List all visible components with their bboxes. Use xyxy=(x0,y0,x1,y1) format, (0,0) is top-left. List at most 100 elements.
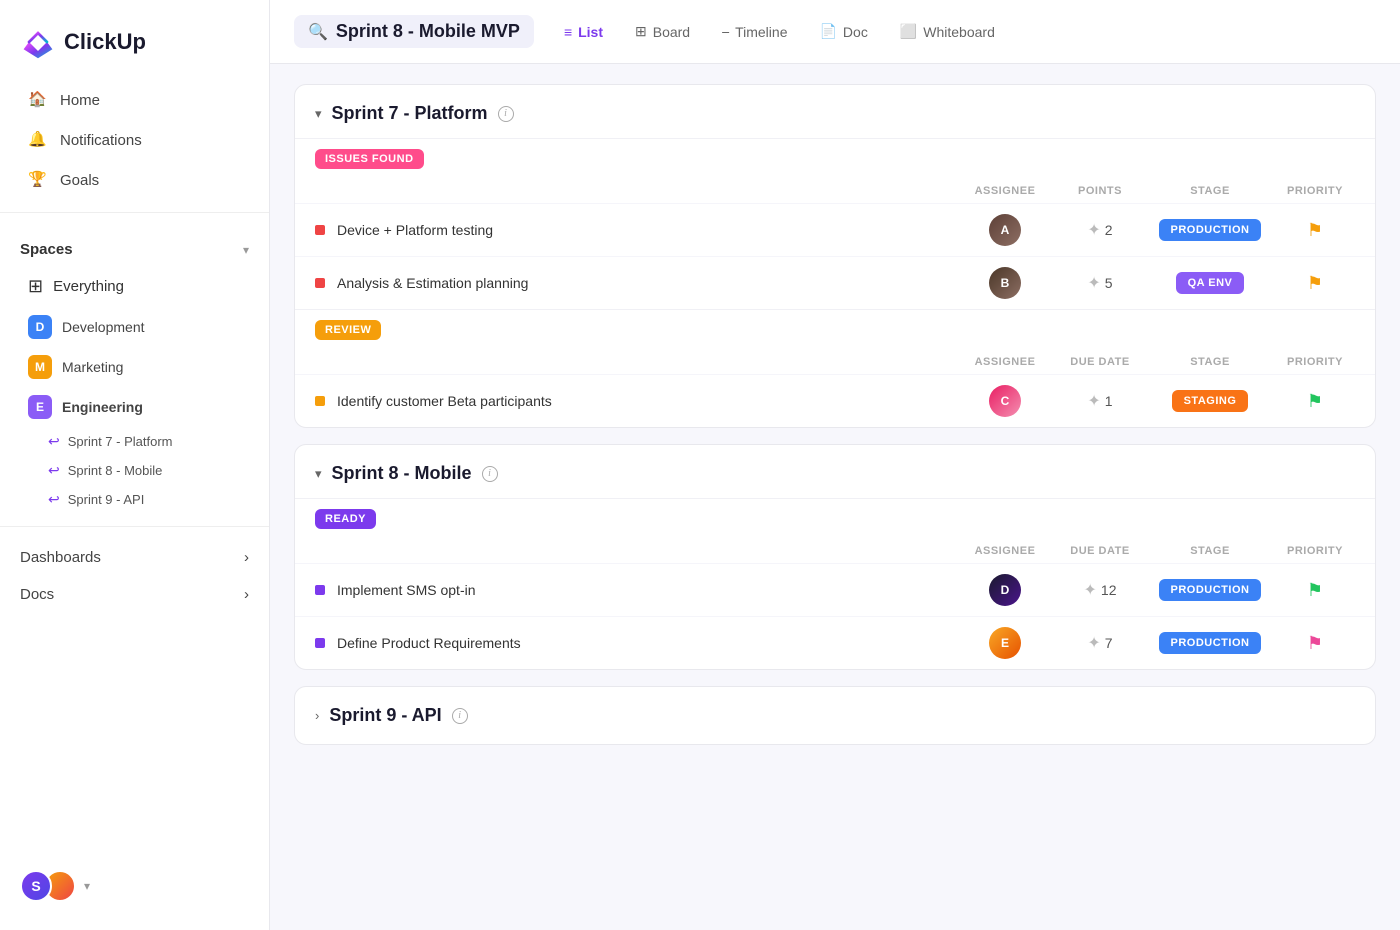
points2-icon: ✦ xyxy=(1087,273,1100,293)
task3-stage-badge: STAGING xyxy=(1172,390,1249,412)
sprint9-info-icon[interactable]: i xyxy=(452,708,468,724)
points3-icon: ✦ xyxy=(1087,391,1100,411)
project-title-area[interactable]: 🔍 Sprint 8 - Mobile MVP xyxy=(294,15,534,48)
sidebar-footer: S ▾ xyxy=(0,858,269,914)
user-menu-chevron-icon[interactable]: ▾ xyxy=(84,879,90,893)
priority-col-label2: PRIORITY xyxy=(1275,356,1355,368)
task2-assignee: B xyxy=(955,267,1055,299)
sidebar: ClickUp 🏠 Home 🔔 Notifications 🏆 Goals S… xyxy=(0,0,270,930)
sprint9-collapse-btn[interactable]: › xyxy=(315,708,319,723)
tab-timeline[interactable]: ⎯ Timeline xyxy=(708,15,801,48)
task5-name: Define Product Requirements xyxy=(337,635,955,651)
sprint8-ready-col-headers: ASSIGNEE DUE DATE STAGE PRIORITY xyxy=(295,539,1375,563)
task5-stage-badge: PRODUCTION xyxy=(1159,632,1262,654)
task3-points-value: 1 xyxy=(1105,393,1113,409)
spaces-header[interactable]: Spaces ▾ xyxy=(20,241,249,258)
task-row-4[interactable]: Implement SMS opt-in D ✦ 12 PRODUCTION ⚑ xyxy=(295,563,1375,616)
logo-area: ClickUp xyxy=(0,16,269,80)
task2-dot xyxy=(315,278,325,288)
sprint-card-7: ▾ Sprint 7 - Platform i ISSUES FOUND ASS… xyxy=(294,84,1376,428)
task4-priority-flag: ⚑ xyxy=(1307,580,1323,601)
space-development[interactable]: D Development xyxy=(8,307,261,347)
docs-nav[interactable]: Docs › xyxy=(0,576,269,613)
sprint7-issues-group: ISSUES FOUND ASSIGNEE POINTS STAGE PRIOR… xyxy=(295,138,1375,309)
task1-points-value: 2 xyxy=(1105,222,1113,238)
task1-assignee: A xyxy=(955,214,1055,246)
board-icon: ⊞ xyxy=(635,23,647,40)
dashboards-nav[interactable]: Dashboards › xyxy=(0,539,269,576)
sprint7-review-col-headers: ASSIGNEE DUE DATE STAGE PRIORITY xyxy=(295,350,1375,374)
sidebar-sprint8[interactable]: ↩ Sprint 8 - Mobile xyxy=(0,456,269,485)
space-engineering[interactable]: E Engineering xyxy=(8,387,261,427)
sprint7-issues-header: ISSUES FOUND xyxy=(295,139,1375,179)
nav-home[interactable]: 🏠 Home xyxy=(8,80,261,120)
sprint8-ready-header: READY xyxy=(295,499,1375,539)
sidebar-sprint9[interactable]: ↩ Sprint 9 - API xyxy=(0,485,269,514)
task4-priority: ⚑ xyxy=(1275,580,1355,601)
task5-stage: PRODUCTION xyxy=(1145,632,1275,654)
points5-icon: ✦ xyxy=(1087,633,1100,653)
task5-points: ✦ 7 xyxy=(1055,633,1145,653)
task-row-1[interactable]: Device + Platform testing A ✦ 2 PRODUCTI… xyxy=(295,203,1375,256)
sprint7-collapse-btn[interactable]: ▾ xyxy=(315,106,322,122)
task1-priority-flag: ⚑ xyxy=(1307,220,1323,241)
sprint7-info-icon[interactable]: i xyxy=(498,106,514,122)
sidebar-divider-2 xyxy=(0,526,269,527)
sprint8-info-icon[interactable]: i xyxy=(482,466,498,482)
task-row-2[interactable]: Analysis & Estimation planning B ✦ 5 QA … xyxy=(295,256,1375,309)
tab-whiteboard[interactable]: ⬜ Whiteboard xyxy=(886,15,1009,48)
space-marketing[interactable]: M Marketing xyxy=(8,347,261,387)
task2-stage: QA ENV xyxy=(1145,272,1275,294)
sprint9-icon: ↩ xyxy=(48,491,60,508)
task5-dot xyxy=(315,638,325,648)
user-avatars: S xyxy=(20,870,76,902)
task2-points-value: 5 xyxy=(1105,275,1113,291)
app-name: ClickUp xyxy=(64,29,146,55)
task4-assignee: D xyxy=(955,574,1055,606)
sprint8-header: ▾ Sprint 8 - Mobile i xyxy=(295,445,1375,498)
sidebar-divider-1 xyxy=(0,212,269,213)
stage-col-label2: STAGE xyxy=(1145,356,1275,368)
priority-col-label3: PRIORITY xyxy=(1275,545,1355,557)
development-label: Development xyxy=(62,319,145,335)
whiteboard-icon: ⬜ xyxy=(900,23,917,40)
task3-priority-flag: ⚑ xyxy=(1307,391,1323,412)
tab-doc[interactable]: 📄 Doc xyxy=(805,15,881,48)
task2-priority-flag: ⚑ xyxy=(1307,273,1323,294)
task2-priority: ⚑ xyxy=(1275,273,1355,294)
nav-goals[interactable]: 🏆 Goals xyxy=(8,160,261,200)
tab-board[interactable]: ⊞ Board xyxy=(621,15,704,48)
task1-stage-badge: PRODUCTION xyxy=(1159,219,1262,241)
task3-name: Identify customer Beta participants xyxy=(337,393,955,409)
task2-avatar: B xyxy=(989,267,1021,299)
ready-badge: READY xyxy=(315,509,376,529)
sprint-card-8: ▾ Sprint 8 - Mobile i READY ASSIGNEE DUE… xyxy=(294,444,1376,670)
review-badge: REVIEW xyxy=(315,320,381,340)
task3-avatar: C xyxy=(989,385,1021,417)
task4-points-value: 12 xyxy=(1101,582,1117,598)
task-row-5[interactable]: Define Product Requirements E ✦ 7 PRODUC… xyxy=(295,616,1375,669)
task4-stage: PRODUCTION xyxy=(1145,579,1275,601)
trophy-icon: 🏆 xyxy=(28,170,48,190)
engineering-letter: E xyxy=(36,400,44,414)
nav-everything[interactable]: ⊞ Everything xyxy=(8,266,261,307)
task2-points: ✦ 5 xyxy=(1055,273,1145,293)
duedate-col-label2: DUE DATE xyxy=(1055,545,1145,557)
sidebar-sprint7[interactable]: ↩ Sprint 7 - Platform xyxy=(0,427,269,456)
task4-stage-badge: PRODUCTION xyxy=(1159,579,1262,601)
points-col-label: POINTS xyxy=(1055,185,1145,197)
nav-notifications[interactable]: 🔔 Notifications xyxy=(8,120,261,160)
stage-col-label: STAGE xyxy=(1145,185,1275,197)
doc-icon: 📄 xyxy=(819,23,836,40)
task3-points: ✦ 1 xyxy=(1055,391,1145,411)
nav-notifications-label: Notifications xyxy=(60,132,142,149)
task1-avatar: A xyxy=(989,214,1021,246)
sprint7-issues-col-headers: ASSIGNEE POINTS STAGE PRIORITY xyxy=(295,179,1375,203)
assignee-col-label2: ASSIGNEE xyxy=(955,356,1055,368)
task-row-3[interactable]: Identify customer Beta participants C ✦ … xyxy=(295,374,1375,427)
stage-col-label3: STAGE xyxy=(1145,545,1275,557)
dashboards-label: Dashboards xyxy=(20,549,101,566)
tab-list[interactable]: ≡ List xyxy=(550,16,617,48)
sprint9-title: Sprint 9 - API xyxy=(329,705,441,726)
sprint8-collapse-btn[interactable]: ▾ xyxy=(315,466,322,482)
